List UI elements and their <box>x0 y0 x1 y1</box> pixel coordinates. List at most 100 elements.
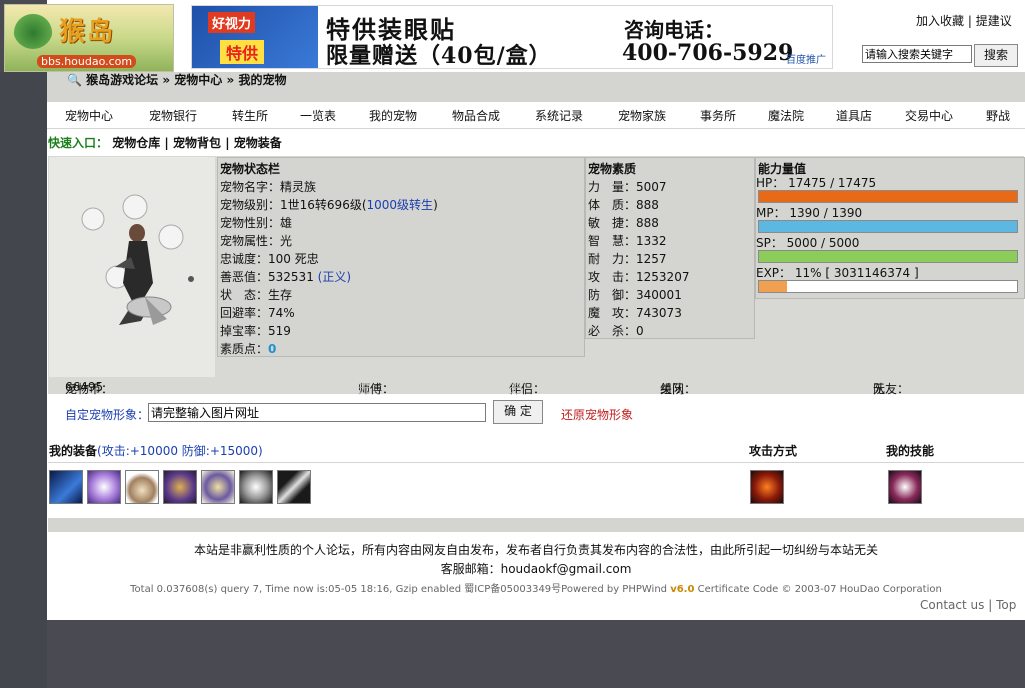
nav-item-office[interactable]: 事务所 <box>700 107 736 124</box>
banner-phone-label: 咨询电话： <box>624 18 724 42</box>
partner-value: 无 <box>509 382 522 396</box>
karma-note: 正义 <box>322 270 347 284</box>
pet-gender: 雄 <box>280 216 293 230</box>
nav-item-trade-center[interactable]: 交易中心 <box>905 107 953 124</box>
pet-level: 1世16转696级 <box>280 198 362 212</box>
ad-banner[interactable]: 好视力 特供 特供装眼贴 限量赠送（40包/盒） 咨询电话： 400-706-5… <box>191 5 833 69</box>
quality-label: 防 御： <box>588 288 637 302</box>
quality-title: 宠物素质 <box>588 162 637 176</box>
quality-value: 1253207 <box>636 270 690 284</box>
product-box-image: 好视力 特供 <box>192 6 318 68</box>
quality-value: 1257 <box>636 252 667 266</box>
pet-loyalty: 100 死忠 <box>268 252 319 266</box>
equipment-stats: (攻击:+10000 防御:+15000) <box>97 444 263 458</box>
nav-item-overview[interactable]: 一览表 <box>300 107 336 124</box>
add-favorite-link[interactable]: 加入收藏 <box>916 14 964 28</box>
contact-us-link[interactable]: Contact us <box>920 598 984 612</box>
custom-image-url-input[interactable] <box>148 403 486 422</box>
pet-drop: 519 <box>268 324 291 338</box>
hp-bar <box>758 190 1018 203</box>
sp-label: SP： 5000 / 5000 <box>756 236 860 250</box>
nav-item-system-log[interactable]: 系统记录 <box>535 107 583 124</box>
nav-item-my-pet[interactable]: 我的宠物 <box>369 107 417 124</box>
nav-item-item-shop[interactable]: 道具店 <box>836 107 872 124</box>
exp-label: EXP： 11% [ 3031146374 ] <box>756 266 919 280</box>
suggest-link[interactable]: 提建议 <box>976 14 1012 28</box>
quick-link-backpack[interactable]: 宠物背包 <box>173 136 221 150</box>
site-logo[interactable]: 猴岛 bbs.houdao.com <box>4 4 174 72</box>
equipment-title: 我的装备 <box>49 444 98 458</box>
nav-item-pet-family[interactable]: 宠物家族 <box>618 107 666 124</box>
quality-value: 888 <box>636 216 659 230</box>
quality-value: 888 <box>636 198 659 212</box>
exp-bar-fill <box>759 281 788 292</box>
quick-link-equipment[interactable]: 宠物装备 <box>234 136 282 150</box>
custom-image-row: 自定宠物形象： 确 定 还原宠物形象 <box>48 398 1024 428</box>
pet-relations-row: 宠物币： 66495 师傅：无 伴侣：无 组队： 关闭 队友：无 <box>48 378 1024 396</box>
quality-label: 必 杀： <box>588 324 637 338</box>
pet-image <box>49 157 215 377</box>
breadcrumb-pet-center[interactable]: 宠物中心 <box>174 73 222 87</box>
quality-value: 0 <box>636 324 644 338</box>
pet-character-icon <box>81 194 194 325</box>
quality-label: 智 慧： <box>588 234 637 248</box>
gender-label: 宠物性别： <box>220 216 281 230</box>
nav-item-pet-bank[interactable]: 宠物银行 <box>149 107 197 124</box>
quick-link-warehouse[interactable]: 宠物仓库 <box>112 136 160 150</box>
equip-helmet-icon[interactable] <box>125 470 159 504</box>
exp-bar <box>758 280 1018 293</box>
attr-label: 宠物属性： <box>220 234 281 248</box>
palm-tree-icon <box>13 9 53 49</box>
nav-item-field-battle[interactable]: 野战 <box>986 107 1010 124</box>
main-nav: 宠物中心 宠物银行 转生所 一览表 我的宠物 物品合成 系统记录 宠物家族 事务… <box>47 102 1025 129</box>
pet-info-area: 宠物状态栏 宠物名字：精灵族 宠物级别：1世16转696级(1000级转生) 宠… <box>48 156 1025 378</box>
master-value: 无 <box>358 382 371 396</box>
search-button[interactable]: 搜索 <box>974 44 1018 67</box>
product-brand: 好视力 <box>208 12 256 33</box>
quality-label: 攻 击： <box>588 270 637 284</box>
mate-value: 无 <box>873 382 886 396</box>
footer-disclaimer: 本站是非赢利性质的个人论坛，所有内容由网友自由发布，发布者自行负责其发布内容的合… <box>193 543 878 557</box>
equip-armor-icon[interactable] <box>163 470 197 504</box>
nav-item-synthesis[interactable]: 物品合成 <box>452 107 500 124</box>
footer-stats: Total 0.037608(s) query 7, Time now is:0… <box>47 580 1025 595</box>
mp-bar <box>758 220 1018 233</box>
equip-claw-icon[interactable] <box>277 470 311 504</box>
team-value: 关闭 <box>660 382 685 396</box>
search-input[interactable] <box>862 45 972 63</box>
pet-karma: 532531 <box>268 270 314 284</box>
level-label: 宠物级别： <box>220 198 281 212</box>
quality-value: 340001 <box>636 288 682 302</box>
equip-bracer-icon[interactable] <box>239 470 273 504</box>
skills-title: 我的技能 <box>886 444 935 458</box>
breadcrumb-forum[interactable]: 猴岛游戏论坛 <box>86 73 158 87</box>
nav-item-rebirth[interactable]: 转生所 <box>232 107 268 124</box>
toplinks-separator: | <box>967 14 972 28</box>
quality-label: 敏 捷： <box>588 216 637 230</box>
level-note-link[interactable]: 1000级转生 <box>367 198 434 212</box>
footer-links: Contact us | Top <box>920 598 1016 612</box>
confirm-button[interactable]: 确 定 <box>493 400 543 424</box>
banner-line2: 限量赠送（40包/盒） <box>326 43 552 69</box>
footer-email: 客服邮箱：houdaokf@gmail.com <box>440 562 632 576</box>
product-tag: 特供 <box>220 40 265 64</box>
hp-label: HP： 17475 / 17475 <box>756 176 877 190</box>
nav-item-magic-court[interactable]: 魔法院 <box>768 107 804 124</box>
equip-ring-icon[interactable] <box>87 470 121 504</box>
nav-item-pet-center[interactable]: 宠物中心 <box>65 107 113 124</box>
equip-weapon-icon[interactable] <box>49 470 83 504</box>
footer-copyright: Certificate Code © 2003-07 HouDao Corpor… <box>694 584 942 595</box>
skill-icon[interactable] <box>888 470 922 504</box>
equip-boots-icon[interactable] <box>201 470 235 504</box>
back-to-top-link[interactable]: Top <box>996 598 1016 612</box>
pet-dodge: 74% <box>268 306 295 320</box>
breadcrumb-my-pet: 我的宠物 <box>238 73 287 87</box>
content-bottom-bar <box>48 518 1024 532</box>
breadcrumb-bar: 🔍 猴岛游戏论坛 » 宠物中心 » 我的宠物 <box>47 72 1025 102</box>
restore-image-link[interactable]: 还原宠物形象 <box>561 406 633 423</box>
ability-panel: 能力量值 HP： 17475 / 17475 MP： 1390 / 1390 S… <box>755 157 1025 299</box>
attack-mode-icon[interactable] <box>750 470 784 504</box>
magnifier-icon: 🔍 <box>67 73 82 87</box>
quick-sep: | <box>225 136 230 150</box>
quality-value: 5007 <box>636 180 667 194</box>
